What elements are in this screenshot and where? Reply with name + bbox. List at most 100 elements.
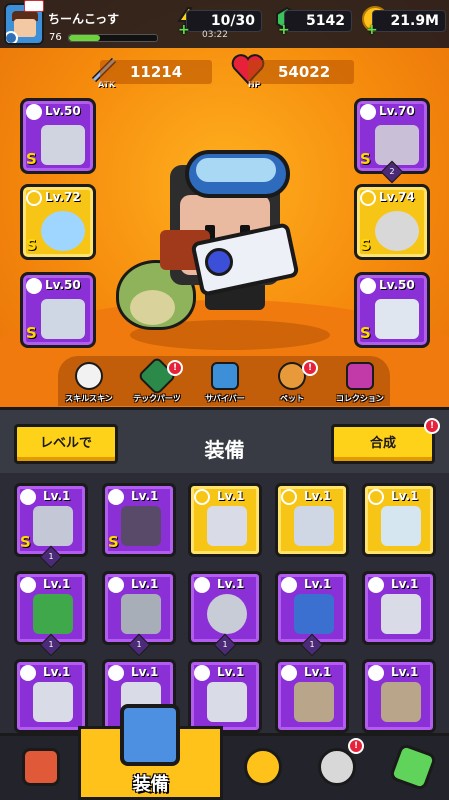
boots-type-icon — [368, 489, 384, 505]
skull-belt-icon — [375, 211, 419, 251]
equip-slot-weapon[interactable]: Lv.50 S — [20, 98, 96, 174]
nav-battle[interactable] — [226, 736, 298, 800]
add-gem-icon[interactable]: + — [278, 22, 290, 38]
xp-fill — [69, 35, 100, 41]
item-level: Lv.1 — [217, 489, 245, 503]
inventory-header: レベルで 装備 合成 ! — [0, 407, 449, 473]
rank-value: 1 — [136, 640, 142, 649]
survivor-label: サバイバー — [205, 394, 245, 403]
necklace-type-icon — [281, 577, 297, 593]
dna-capsule-icon — [388, 742, 438, 792]
weapon-type-icon — [368, 577, 384, 593]
bottom-nav: ! — [0, 733, 449, 800]
mail-icon[interactable] — [24, 0, 44, 12]
shop-icon — [22, 748, 60, 786]
slot-grade: S — [26, 324, 37, 342]
collection-label: コレクション — [336, 394, 384, 403]
item-grade: S — [20, 533, 31, 551]
item-level: Lv.1 — [43, 489, 71, 503]
merge-alert-badge: ! — [424, 418, 440, 434]
inventory-item-kunai[interactable]: Lv.1 — [188, 483, 262, 557]
rank-value: 2 — [389, 167, 395, 176]
armor-type-icon — [108, 577, 124, 593]
ring-icon — [207, 594, 247, 634]
inventory-item-gloves[interactable]: Lv.1 — [275, 483, 349, 557]
armor-type-icon — [20, 489, 36, 505]
boot-icon — [381, 506, 421, 546]
survivor-icon — [211, 362, 239, 390]
steel-armor-icon — [121, 594, 161, 634]
gun-icon — [41, 125, 85, 165]
gloves-type-icon — [281, 489, 297, 505]
slot-grade: S — [26, 150, 37, 168]
green-armor-icon — [33, 594, 73, 634]
slot-grade: S — [26, 236, 37, 254]
alert-badge: ! — [302, 360, 318, 376]
inventory-item-revolver[interactable]: Lv.1 — [362, 659, 436, 733]
inventory-item-sword[interactable]: Lv.1 — [188, 659, 262, 733]
weapon-type-icon — [194, 489, 210, 505]
nav-shop[interactable] — [4, 736, 76, 800]
nav-challenge[interactable]: ! — [300, 736, 372, 800]
collection-button[interactable]: コレクション — [328, 362, 392, 404]
settings-icon[interactable] — [6, 31, 18, 43]
revolver-icon — [381, 682, 421, 722]
skill-skin-icon — [75, 362, 103, 390]
pet-button[interactable]: ペット ! — [260, 360, 324, 404]
hero-weapon-core — [205, 248, 233, 276]
pet-frog-belly — [130, 290, 175, 325]
gem-counter[interactable]: 5142 — [284, 10, 352, 32]
kunai-icon — [33, 682, 73, 722]
player-name: ちーんこっす — [48, 12, 120, 26]
item-level: Lv.1 — [131, 489, 159, 503]
boots-type-icon — [360, 278, 376, 294]
inventory-item-boots[interactable]: Lv.1 — [362, 483, 436, 557]
alert-badge: ! — [348, 738, 364, 754]
slot-level: Lv.74 — [379, 190, 415, 204]
equip-slot-gloves[interactable]: Lv.50 S — [20, 272, 96, 348]
energy-timer: 03:22 — [202, 30, 228, 40]
slot-grade: S — [360, 236, 371, 254]
star-icon — [244, 748, 282, 786]
item-level: Lv.1 — [43, 665, 71, 679]
inventory-item-kunai[interactable]: Lv.1 — [14, 659, 88, 733]
equip-slot-belt[interactable]: Lv.74 S — [354, 184, 430, 260]
slot-level: Lv.50 — [45, 104, 81, 118]
item-level: Lv.1 — [217, 577, 245, 591]
skill-skin-button[interactable]: スキルスキン — [57, 362, 121, 404]
weapon-type-icon — [281, 665, 297, 681]
slot-level: Lv.72 — [45, 190, 81, 204]
survivor-button[interactable]: サバイバー — [193, 362, 257, 404]
nav-evolve[interactable] — [376, 736, 448, 800]
add-coin-icon[interactable]: + — [366, 22, 378, 38]
slot-level: Lv.50 — [379, 278, 415, 292]
equip-slot-boots[interactable]: Lv.50 S — [354, 272, 430, 348]
item-level: Lv.1 — [304, 489, 332, 503]
inventory-item-revolver[interactable]: Lv.1 — [275, 659, 349, 733]
energy-counter[interactable]: 10/30 — [186, 10, 262, 32]
tech-parts-label: テックパーツ — [133, 394, 181, 403]
skill-skin-label: スキルスキン — [65, 394, 113, 403]
dark-armor-icon — [121, 506, 161, 546]
hp-value: 54022 — [248, 60, 354, 84]
merge-button[interactable]: 合成 — [331, 424, 435, 464]
tech-parts-button[interactable]: テックパーツ ! — [125, 356, 189, 404]
xp-bar — [68, 34, 158, 42]
slot-level: Lv.50 — [45, 278, 81, 292]
ring-type-icon — [194, 577, 210, 593]
rank-value: 1 — [48, 552, 54, 561]
gauntlet-icon — [294, 506, 334, 546]
hero-goggle-lens — [196, 158, 276, 182]
atk-value: 11214 — [100, 60, 212, 84]
slot-level: Lv.70 — [379, 104, 415, 118]
item-level: Lv.1 — [391, 665, 419, 679]
inventory-item-armor[interactable]: Lv.1 S — [102, 483, 176, 557]
weapon-type-icon — [108, 665, 124, 681]
armor-type-icon — [360, 104, 376, 120]
inventory-item-kunai[interactable]: Lv.1 — [362, 571, 436, 645]
coin-counter[interactable]: 21.9M — [372, 10, 446, 32]
skull-icon — [318, 748, 356, 786]
add-energy-icon[interactable]: + — [178, 22, 190, 38]
equip-slot-necklace[interactable]: Lv.72 S — [20, 184, 96, 260]
item-level: Lv.1 — [217, 665, 245, 679]
